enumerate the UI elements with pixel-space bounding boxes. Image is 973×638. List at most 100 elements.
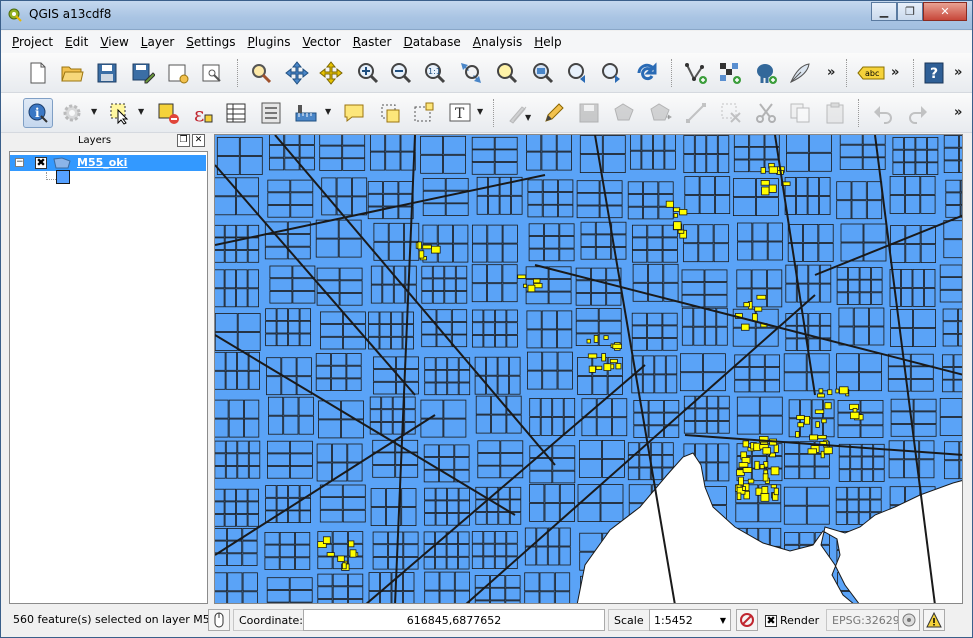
projection-button[interactable] bbox=[898, 609, 920, 631]
menu-settings[interactable]: Settings bbox=[181, 35, 240, 49]
select-features-button[interactable] bbox=[105, 98, 135, 128]
annotation-dropdown-arrow[interactable]: ▼ bbox=[477, 107, 483, 116]
panel-close-button[interactable]: ✕ bbox=[192, 134, 205, 147]
zoom-in-button[interactable] bbox=[353, 58, 383, 88]
parcel bbox=[295, 531, 311, 545]
save-as-button[interactable] bbox=[128, 58, 158, 88]
menu-analysis[interactable]: Analysis bbox=[468, 35, 527, 49]
save-project-button[interactable] bbox=[92, 58, 122, 88]
zoom-full-button[interactable] bbox=[456, 58, 486, 88]
crs-status-button[interactable]: EPSG:32629 bbox=[826, 609, 906, 631]
new-shapefile-layer-button[interactable] bbox=[785, 58, 815, 88]
pan-to-selection-button[interactable] bbox=[246, 58, 276, 88]
redo-button[interactable] bbox=[903, 98, 933, 128]
text-annotation-button[interactable]: T bbox=[445, 98, 475, 128]
menu-vector[interactable]: Vector bbox=[298, 35, 346, 49]
copy-features-button[interactable] bbox=[785, 98, 815, 128]
postgis-elephant-icon bbox=[757, 64, 777, 84]
legend-symbol-swatch[interactable] bbox=[56, 170, 70, 184]
new-project-button[interactable] bbox=[23, 58, 53, 88]
menu-edit[interactable]: Edit bbox=[60, 35, 93, 49]
map-canvas[interactable] bbox=[214, 134, 963, 604]
collapse-toggle[interactable]: − bbox=[15, 158, 24, 167]
stop-rendering-button[interactable] bbox=[736, 609, 758, 631]
menu-raster[interactable]: Raster bbox=[348, 35, 397, 49]
edits-dropdown-arrow[interactable]: ▼ bbox=[525, 113, 531, 122]
open-project-button[interactable] bbox=[57, 58, 87, 88]
toggle-editing-button[interactable] bbox=[539, 98, 569, 128]
select-by-expression-button[interactable]: ε bbox=[187, 98, 217, 128]
zoom-last-button[interactable] bbox=[563, 58, 593, 88]
show-bookmarks-button[interactable] bbox=[409, 98, 439, 128]
layer-visibility-checkbox[interactable]: ✖ bbox=[35, 157, 47, 169]
parcel bbox=[859, 292, 871, 305]
parcel bbox=[279, 557, 295, 570]
coordinate-field[interactable]: 616845,6877652 bbox=[303, 609, 605, 631]
close-button[interactable]: ✕ bbox=[923, 2, 967, 21]
layers-panel: Layers ❐ ✕ − ✖ M55_oki bbox=[7, 134, 208, 604]
zoom-out-button[interactable] bbox=[386, 58, 416, 88]
pan-map-to-selection-button[interactable] bbox=[316, 58, 346, 88]
undo-button[interactable] bbox=[868, 98, 898, 128]
parcel bbox=[732, 327, 756, 347]
zoom-to-selection-button[interactable] bbox=[492, 58, 522, 88]
open-attribute-table-button[interactable] bbox=[221, 98, 251, 128]
new-print-composer-button[interactable] bbox=[163, 58, 193, 88]
zoom-to-layer-button[interactable] bbox=[528, 58, 558, 88]
menu-plugins[interactable]: Plugins bbox=[243, 35, 296, 49]
toolbar-overflow-3[interactable]: » bbox=[954, 65, 962, 80]
save-layer-edits-button[interactable] bbox=[574, 98, 604, 128]
parcel bbox=[959, 460, 962, 480]
deselect-all-button[interactable] bbox=[153, 98, 183, 128]
field-calculator-button[interactable] bbox=[256, 98, 286, 128]
measure-dropdown-arrow[interactable]: ▼ bbox=[325, 107, 331, 116]
panel-float-button[interactable]: ❐ bbox=[177, 134, 190, 147]
menu-help[interactable]: Help bbox=[529, 35, 566, 49]
map-features[interactable] bbox=[215, 135, 963, 604]
parcel bbox=[706, 135, 718, 155]
node-tool-button[interactable] bbox=[681, 98, 711, 128]
composer-manager-button[interactable] bbox=[197, 58, 227, 88]
maximize-button[interactable]: ❐ bbox=[897, 2, 923, 21]
layer-tree[interactable]: − ✖ M55_oki bbox=[9, 151, 208, 604]
help-contents-button[interactable]: ? bbox=[919, 58, 949, 88]
action-dropdown-arrow[interactable]: ▼ bbox=[91, 107, 97, 116]
zoom-next-button[interactable] bbox=[597, 58, 627, 88]
menu-database[interactable]: Database bbox=[398, 35, 465, 49]
add-vector-layer-button[interactable] bbox=[681, 58, 711, 88]
identify-features-button[interactable]: i bbox=[23, 98, 53, 128]
move-feature-button[interactable] bbox=[645, 98, 675, 128]
map-tips-button[interactable] bbox=[339, 98, 369, 128]
zoom-actual-size-button[interactable]: 1:1 bbox=[420, 58, 450, 88]
label-tool-button[interactable]: abc bbox=[854, 58, 888, 88]
add-postgis-layer-button[interactable] bbox=[751, 58, 781, 88]
chevron-down-icon[interactable]: ▼ bbox=[720, 616, 726, 625]
toolbar-overflow-1[interactable]: » bbox=[827, 65, 835, 80]
select-dropdown-arrow[interactable]: ▼ bbox=[138, 107, 144, 116]
selected-parcel bbox=[804, 415, 811, 425]
parcel bbox=[596, 398, 612, 418]
layer-name[interactable]: M55_oki bbox=[77, 156, 127, 169]
menu-view[interactable]: View bbox=[95, 35, 133, 49]
toolbar-overflow-4[interactable]: » bbox=[954, 105, 962, 120]
measure-line-button[interactable] bbox=[291, 98, 321, 128]
cut-features-button[interactable] bbox=[751, 98, 781, 128]
add-raster-layer-button[interactable] bbox=[715, 58, 745, 88]
title-bar[interactable]: QGIS a13cdf8 ▁ ❐ ✕ bbox=[1, 1, 972, 30]
toolbar-overflow-2[interactable]: » bbox=[891, 65, 899, 80]
refresh-button[interactable] bbox=[632, 58, 662, 88]
add-feature-button[interactable] bbox=[609, 98, 639, 128]
menu-project[interactable]: Project bbox=[7, 35, 58, 49]
delete-selected-button[interactable] bbox=[716, 98, 746, 128]
messages-warning-button[interactable] bbox=[923, 609, 945, 631]
run-feature-action-button[interactable] bbox=[57, 98, 87, 128]
paste-features-button[interactable] bbox=[820, 98, 850, 128]
scale-combobox[interactable]: 1:5452 ▼ bbox=[649, 609, 731, 631]
parcel bbox=[483, 309, 495, 323]
layer-row-m55-oki[interactable]: − ✖ M55_oki bbox=[10, 155, 206, 171]
minimize-button[interactable]: ▁ bbox=[871, 2, 897, 21]
toggle-extents-button[interactable] bbox=[208, 609, 230, 631]
pan-map-button[interactable] bbox=[282, 58, 312, 88]
menu-layer[interactable]: Layer bbox=[136, 35, 179, 49]
new-bookmark-button[interactable] bbox=[375, 98, 405, 128]
